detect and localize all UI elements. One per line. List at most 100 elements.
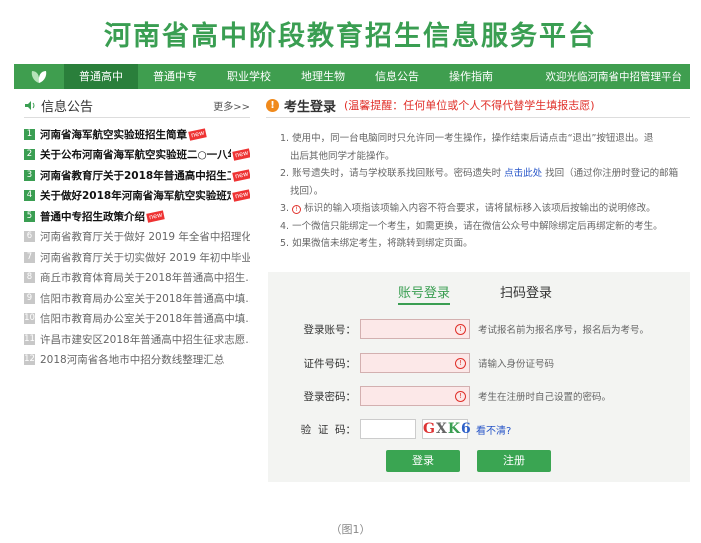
tab-qrcode-login[interactable]: 扫码登录 — [500, 282, 552, 301]
login-header: ! 考生登录 (温馨提醒：任何单位或个人不得代替学生填报志愿) — [266, 96, 690, 118]
notice-number: 1 — [24, 128, 35, 140]
notice-link[interactable]: 河南省海军航空实验班招生简章 — [40, 127, 187, 142]
notice-number: 3 — [24, 169, 35, 181]
captcha-input[interactable] — [360, 419, 416, 439]
rule-4: 4. 一个微信只能绑定一个考生，如需更换，请在微信公众号中解除绑定后再绑定新的考… — [280, 220, 663, 232]
list-item[interactable]: 7 河南省教育厅关于切实做好 2019 年初中毕业… — [24, 247, 250, 268]
list-item[interactable]: 10 信阳市教育局办公室关于2018年普通高中填… — [24, 309, 250, 330]
rule-1-cont: 出后其他同学才能操作。 — [290, 150, 395, 162]
notice-panel: 信息公告 更多>> 1 河南省海军航空实验班招生简章 new 2 关于公布河南省海军航空… — [24, 96, 250, 370]
welcome-text: 欢迎光临河南省中招管理平台 — [545, 71, 683, 83]
alert-icon: ! — [292, 205, 302, 214]
nav-item-general-high-school[interactable]: 普通高中 — [64, 64, 138, 89]
password-hint: 考生在注册时自己设置的密码。 — [478, 392, 612, 403]
notice-number: 6 — [24, 231, 35, 243]
list-item[interactable]: 8 商丘市教育体育局关于2018年普通高中招生… — [24, 268, 250, 289]
new-badge: new — [231, 189, 250, 202]
login-button[interactable]: 登录 — [386, 450, 460, 472]
password-input[interactable] — [360, 386, 470, 406]
list-item[interactable]: 9 信阳市教育局办公室关于2018年普通高中填… — [24, 288, 250, 309]
new-badge: new — [188, 128, 208, 141]
notice-title: 信息公告 — [41, 99, 94, 115]
recover-password-link[interactable]: 点击此处 — [504, 168, 542, 179]
rule-1: 1. 使用中，同一台电脑同时只允许同一考生操作，操作结束后请点击“退出”按钮退出… — [280, 133, 654, 144]
id-label: 证件号码： — [303, 357, 357, 370]
notice-link[interactable]: 河南省教育厅关于切实做好 2019 年初中毕业… — [40, 250, 250, 265]
nav-item-vocational-school[interactable]: 职业学校 — [212, 64, 286, 89]
login-warning: (温馨提醒：任何单位或个人不得代替学生填报志愿) — [344, 99, 595, 112]
rule-3: 3. ! 标识的输入项指该项输入内容不符合要求，请将鼠标移入该项后按输出的说明修… — [280, 203, 656, 214]
account-row: 登录账号： ! 考试报名前为报名序号，报名后为考号。 — [268, 318, 690, 340]
captcha-row: 验 证 码： GXK6 看不清? — [268, 418, 690, 440]
list-item[interactable]: 12 2018河南省各地市中招分数线整理汇总 — [24, 350, 250, 371]
login-section: ! 考生登录 (温馨提醒：任何单位或个人不得代替学生填报志愿) 1. 使用中，同… — [266, 96, 690, 253]
list-item[interactable]: 2 关于公布河南省海军航空实验班二○一八年度…new — [24, 145, 250, 166]
figure-caption: （图1） — [330, 523, 371, 536]
notice-list: 1河南省海军航空实验班招生简章new2关于公布河南省海军航空实验班二○一八年度…… — [24, 124, 250, 370]
notice-link[interactable]: 商丘市教育体育局关于2018年普通高中招生… — [40, 270, 250, 285]
nav-item-announcements[interactable]: 信息公告 — [360, 64, 434, 89]
new-badge: new — [146, 210, 166, 223]
list-item[interactable]: 5 普通中专招生政策介绍 new — [24, 206, 250, 227]
more-link[interactable]: 更多>> — [213, 98, 250, 113]
login-tabs: 账号登录 扫码登录 — [268, 282, 690, 306]
new-badge: new — [231, 148, 250, 161]
account-input[interactable] — [360, 319, 470, 339]
notice-link[interactable]: 河南省教育厅关于做好 2019 年全省中招理化… — [40, 229, 250, 244]
notice-number: 4 — [24, 190, 35, 202]
list-item[interactable]: 1 河南省海军航空实验班招生简章 new — [24, 124, 250, 145]
notice-link[interactable]: 许昌市建安区2018年普通高中招生征求志愿… — [40, 332, 250, 347]
list-item[interactable]: 4 关于做好2018年河南省海军航空实验班定检…new — [24, 186, 250, 207]
id-input[interactable] — [360, 353, 470, 373]
list-item[interactable]: 11 许昌市建安区2018年普通高中招生征求志愿… — [24, 329, 250, 350]
password-label: 登录密码： — [303, 390, 357, 403]
rule-2-cont: 找回）。 — [290, 185, 324, 197]
nav-item-secondary-vocational[interactable]: 普通中专 — [138, 64, 212, 89]
notice-link[interactable]: 普通中专招生政策介绍 — [40, 209, 145, 224]
nav-item-geo-bio[interactable]: 地理生物 — [286, 64, 360, 89]
login-form: 账号登录 扫码登录 登录账号： ! 考试报名前为报名序号，报名后为考号。 证件号… — [268, 272, 690, 482]
notice-number: 11 — [24, 333, 35, 345]
list-item[interactable]: 3 河南省教育厅关于2018年普通高中招生工作…new — [24, 165, 250, 186]
notice-number: 9 — [24, 292, 35, 304]
notice-number: 12 — [24, 354, 35, 366]
notice-header: 信息公告 更多>> — [24, 96, 250, 118]
notice-number: 8 — [24, 272, 35, 284]
notice-link[interactable]: 信阳市教育局办公室关于2018年普通高中填… — [40, 291, 250, 306]
id-hint: 请输入身份证号码 — [478, 359, 555, 370]
banner: 河南省高中阶段教育招生信息服务平台 — [0, 0, 701, 60]
notice-link[interactable]: 河南省教育厅关于2018年普通高中招生工作… — [40, 168, 231, 183]
notice-link[interactable]: 2018河南省各地市中招分数线整理汇总 — [40, 352, 224, 367]
rule-5: 5. 如果微信未绑定考生，将跳转到绑定页面。 — [280, 238, 473, 249]
notice-number: 2 — [24, 149, 35, 161]
info-icon: ! — [266, 98, 279, 112]
password-alert-icon: ! — [455, 390, 466, 402]
list-item[interactable]: 6 河南省教育厅关于做好 2019 年全省中招理化… — [24, 227, 250, 248]
account-hint: 考试报名前为报名序号，报名后为考号。 — [478, 325, 650, 336]
notice-link[interactable]: 信阳市教育局办公室关于2018年普通高中填… — [40, 311, 250, 326]
password-row: 登录密码： ! 考生在注册时自己设置的密码。 — [268, 385, 690, 407]
notice-number: 7 — [24, 251, 35, 263]
notice-number: 5 — [24, 210, 35, 222]
account-label: 登录账号： — [303, 323, 357, 336]
id-row: 证件号码： ! 请输入身份证号码 — [268, 352, 690, 374]
site-title: 河南省高中阶段教育招生信息服务平台 — [104, 21, 597, 52]
register-button[interactable]: 注册 — [477, 450, 551, 472]
notice-link[interactable]: 关于做好2018年河南省海军航空实验班定检… — [40, 188, 231, 203]
leaf-logo-icon — [14, 64, 64, 89]
captcha-label: 验 证 码： — [300, 423, 356, 436]
notice-number: 10 — [24, 313, 35, 325]
refresh-captcha-link[interactable]: 看不清? — [476, 422, 511, 437]
login-title: 考生登录 — [284, 99, 337, 115]
id-alert-icon: ! — [455, 357, 466, 369]
main-nav: 普通高中 普通中专 职业学校 地理生物 信息公告 操作指南 欢迎光临河南省中招管… — [14, 64, 690, 89]
notice-link[interactable]: 关于公布河南省海军航空实验班二○一八年度… — [40, 147, 231, 162]
rule-2: 2. 账号遗失时，请与学校联系找回账号。密码遗失时 点击此处 找回（通过你注册时… — [280, 168, 679, 179]
captcha-image[interactable]: GXK6 — [422, 419, 471, 439]
account-alert-icon: ! — [455, 323, 466, 335]
speaker-icon — [25, 100, 35, 110]
new-badge: new — [231, 169, 250, 182]
nav-item-guide[interactable]: 操作指南 — [434, 64, 508, 89]
login-rules: 1. 使用中，同一台电脑同时只允许同一考生操作，操作结束后请点击“退出”按钮退出… — [266, 130, 690, 253]
tab-account-login[interactable]: 账号登录 — [398, 282, 451, 305]
